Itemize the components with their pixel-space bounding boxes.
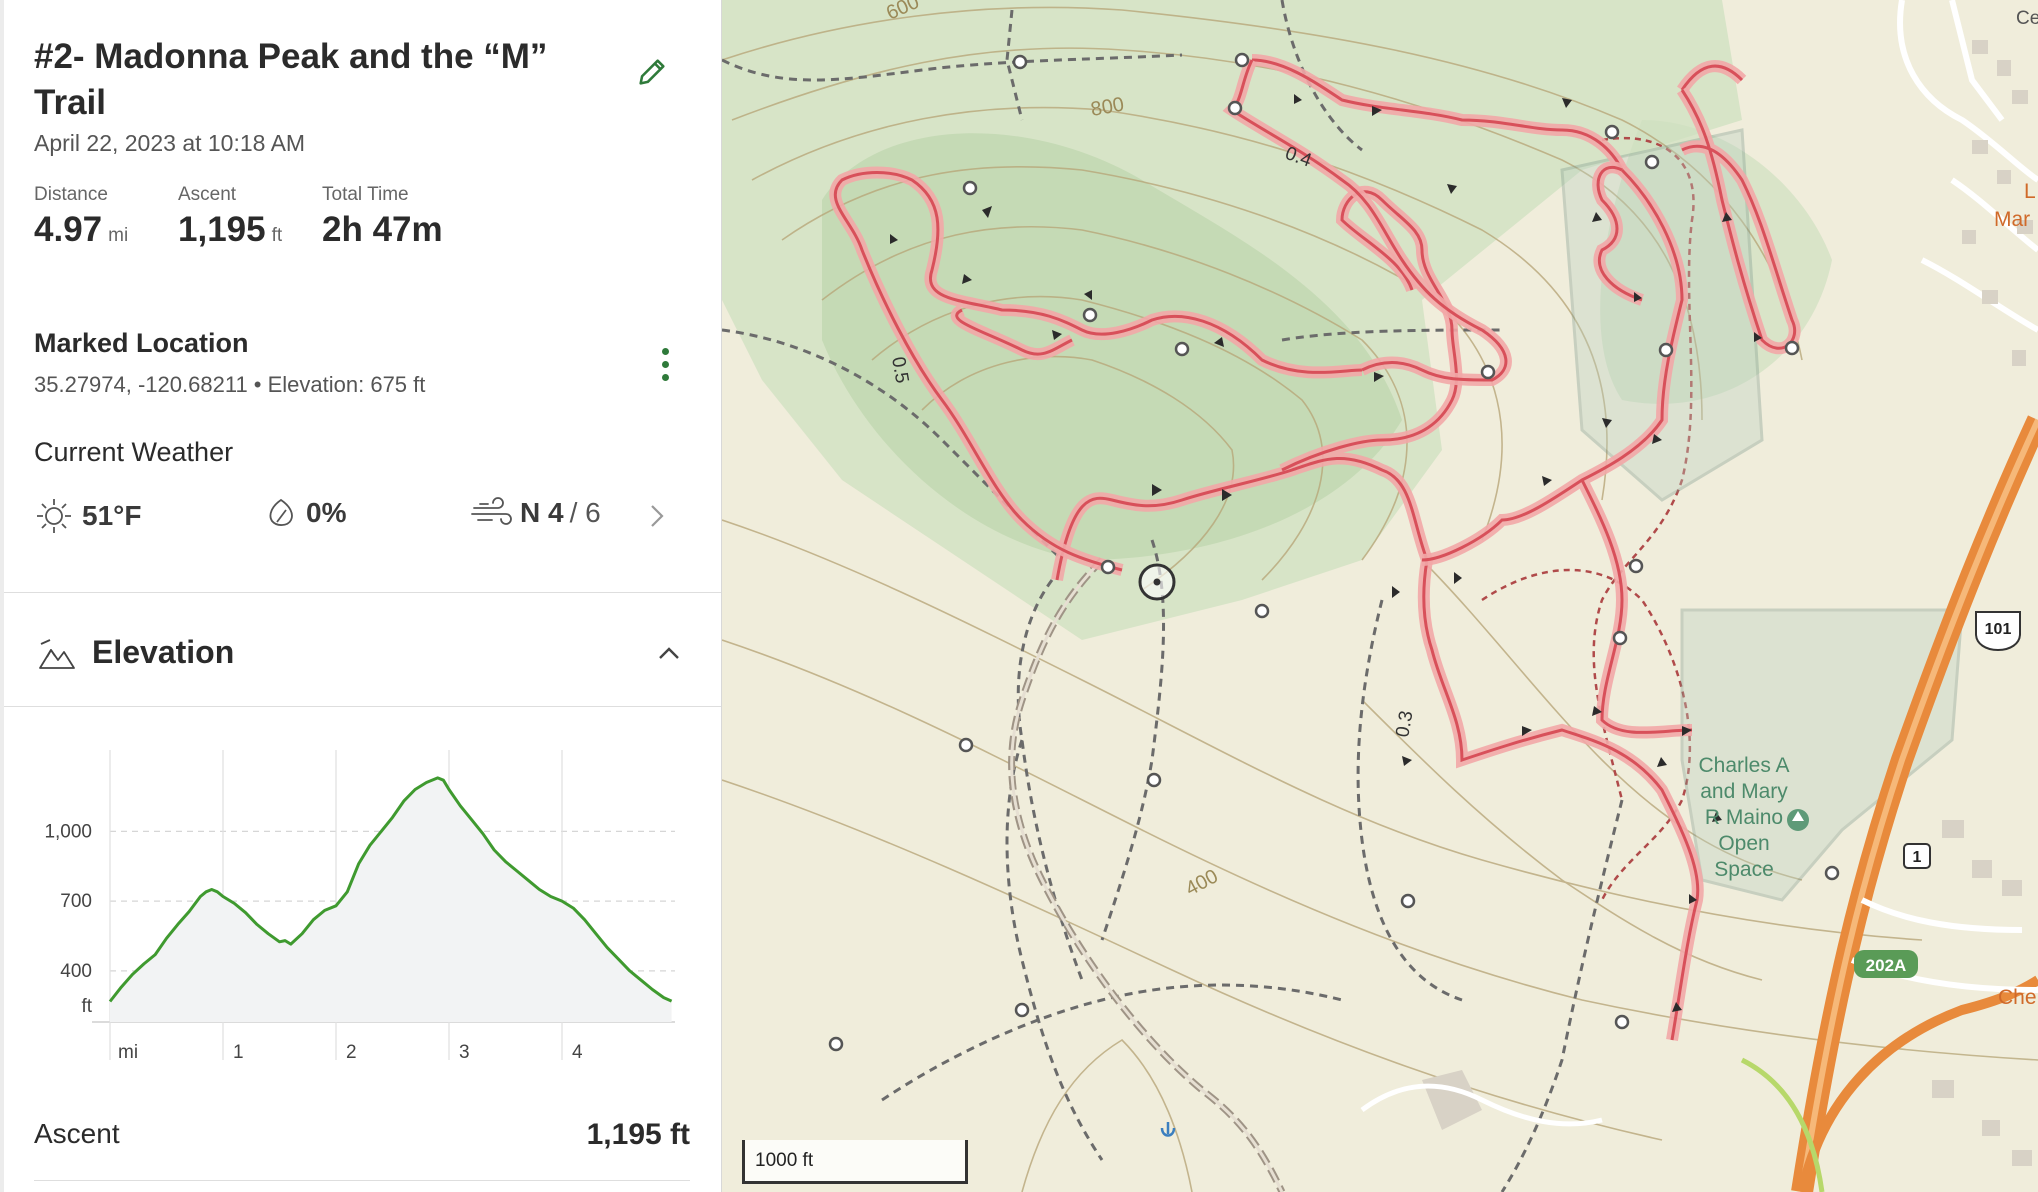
park-label-line: and Mary	[1700, 780, 1788, 803]
mountain-icon	[39, 639, 75, 669]
activity-title: #2- Madonna Peak and the “M” Trail	[34, 37, 548, 122]
edge-label: L	[2024, 180, 2036, 203]
highway-shield-101: 101	[1975, 611, 2021, 652]
marked-location-marker[interactable]	[1138, 563, 1176, 601]
edge-label: Ce	[2016, 8, 2038, 29]
section-divider	[4, 592, 721, 593]
chevron-up-icon[interactable]	[656, 644, 682, 662]
weather-precip: 0%	[264, 496, 346, 530]
park-label-line: Open	[1718, 832, 1769, 855]
y-tick-label: 700	[60, 891, 92, 912]
sun-icon	[37, 499, 71, 533]
map-scale-bar: 1000 ft	[742, 1140, 968, 1184]
edge-label: Che	[1998, 986, 2037, 1009]
wind-gust-value: / 6	[569, 497, 601, 528]
weather-wind: N 4 / 6	[470, 496, 601, 530]
weather-title: Current Weather	[34, 437, 234, 467]
park-label-line: R Maino	[1705, 806, 1783, 829]
stat-distance: Distance 4.97 mi	[34, 184, 128, 250]
highway-shield-1: 1	[1903, 843, 1931, 869]
temperature-value: 51°F	[82, 500, 142, 531]
stat-label: Distance	[34, 184, 108, 205]
stat-label: Ascent	[178, 184, 237, 205]
section-divider	[34, 1180, 690, 1181]
x-tick-label: 2	[346, 1042, 357, 1063]
section-divider	[4, 706, 721, 707]
svg-text:101: 101	[1985, 621, 2012, 638]
activity-panel: #2- Madonna Peak and the “M” Trail April…	[0, 0, 722, 1192]
map-canvas: 600 800 400 0.4 0.5 0.3 Charles A and Ma…	[722, 0, 2038, 1192]
elevation-chart: 400 700 1,000 ft 1 2 3 4 mi	[44, 750, 675, 1063]
wind-value: N 4	[520, 497, 564, 528]
park-label-line: Charles A	[1698, 754, 1789, 777]
elevation-title: Elevation	[92, 634, 235, 670]
svg-text:1: 1	[1913, 849, 1922, 866]
precip-value: 0%	[306, 497, 347, 528]
edge-label: Mar	[1994, 208, 2030, 231]
ascent-value: 1,195 ft	[586, 1118, 690, 1151]
stat-value: 1,195	[178, 210, 266, 249]
ascent-summary-row: Ascent 1,195 ft	[34, 1118, 690, 1152]
stat-unit: mi	[108, 225, 129, 246]
elevation-area	[110, 777, 672, 1022]
x-tick-label: 1	[233, 1042, 244, 1063]
chevron-right-icon[interactable]	[645, 500, 669, 532]
ascent-label: Ascent	[34, 1118, 120, 1149]
road-shield-202a: 202A	[1854, 950, 1918, 978]
x-tick-label: 3	[459, 1042, 470, 1063]
marked-location-title: Marked Location	[34, 328, 249, 358]
x-tick-label: 4	[572, 1042, 583, 1063]
water-icon	[1160, 1122, 1176, 1137]
activity-date: April 22, 2023 at 10:18 AM	[34, 130, 306, 156]
unpaved-road	[1010, 558, 1284, 1192]
stat-unit: ft	[271, 225, 283, 246]
y-unit-label: ft	[81, 996, 92, 1017]
raindrop-icon	[269, 498, 293, 526]
park-icon	[1787, 809, 1809, 831]
wind-icon	[471, 497, 512, 525]
stat-value: 2h 47m	[322, 210, 443, 249]
stat-ascent: Ascent 1,195 ft	[178, 184, 282, 250]
unpaved-road	[1008, 557, 1286, 1192]
open-space-boundary	[1560, 128, 1764, 502]
distance-label: 0.3	[1392, 709, 1417, 739]
weather-temp: 51°F	[34, 496, 141, 536]
elevation-section-header[interactable]: Elevation	[4, 594, 721, 706]
edit-button[interactable]	[630, 50, 674, 94]
svg-text:202A: 202A	[1866, 956, 1907, 975]
y-tick-label: 400	[60, 961, 92, 982]
marked-location-coords: 35.27974, -120.68211 • Elevation: 675 ft	[34, 372, 426, 397]
contour-label: 400	[1182, 865, 1222, 900]
stat-label: Total Time	[322, 184, 409, 205]
y-tick-label: 1,000	[44, 821, 92, 842]
park-label-line: Space	[1714, 858, 1774, 881]
stat-total-time: Total Time 2h 47m	[322, 184, 443, 250]
more-vertical-icon[interactable]	[650, 340, 680, 390]
pencil-icon	[639, 59, 665, 85]
stat-value: 4.97	[34, 210, 103, 249]
x-unit-label: mi	[118, 1042, 138, 1063]
trail-map[interactable]: 600 800 400 0.4 0.5 0.3 Charles A and Ma…	[722, 0, 2038, 1192]
